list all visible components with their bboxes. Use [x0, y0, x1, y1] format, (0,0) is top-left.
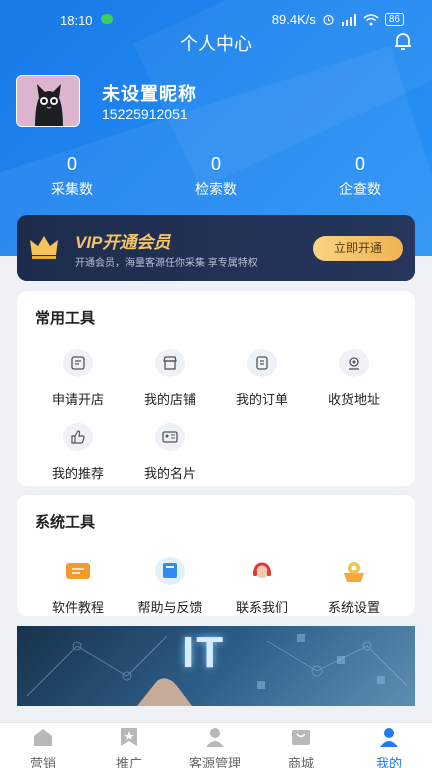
tutorial-icon	[63, 557, 93, 585]
store-icon	[155, 349, 185, 377]
status-right: 89.4K/s 86	[272, 12, 404, 27]
phone-number: 15225912051	[102, 106, 188, 122]
tab-promotion[interactable]: 推广	[86, 727, 172, 768]
settings-icon	[339, 557, 369, 585]
tool-label: 系统设置	[327, 600, 380, 615]
stat-search[interactable]: 0 检索数	[166, 154, 266, 199]
tool-label: 联系我们	[235, 600, 288, 615]
star-flag-icon	[121, 728, 137, 746]
bottom-tab-bar: 营销 推广 客源管理 商城 我的	[0, 722, 432, 768]
vip-description: 开通会员，海量客源任你采集 享专属特权	[75, 258, 258, 269]
tool-my-recommend[interactable]: 我的推荐	[33, 423, 123, 482]
status-time: 18:10	[60, 13, 93, 28]
wechat-notification-icon	[101, 14, 113, 24]
common-tools-title: 常用工具	[35, 310, 96, 327]
tool-settings[interactable]: 系统设置	[309, 557, 399, 616]
banner-text: IT	[182, 628, 226, 677]
tool-label: 我的订单	[235, 392, 288, 407]
user-icon	[380, 728, 398, 747]
stat-value: 0	[66, 154, 77, 174]
nickname[interactable]: 未设置昵称	[102, 80, 197, 106]
avatar[interactable]	[16, 75, 80, 127]
headset-icon	[247, 557, 277, 585]
page-title: 个人中心	[180, 34, 252, 54]
common-tools-card: 常用工具 申请开店 我的店铺 我的订单 收货地址 我的推荐 我的名片	[17, 291, 415, 486]
stat-label: 检索数	[195, 181, 237, 197]
tab-label: 我的	[375, 756, 402, 768]
tool-label: 帮助与反馈	[137, 600, 203, 615]
battery-indicator: 86	[384, 13, 404, 26]
tab-marketing[interactable]: 营销	[0, 727, 86, 768]
vip-open-button[interactable]: 立即开通	[313, 236, 403, 261]
stat-collect[interactable]: 0 采集数	[22, 154, 122, 199]
stat-label: 企查数	[339, 181, 381, 197]
wifi-icon	[363, 13, 379, 25]
signal-icon	[341, 13, 356, 26]
crown-icon	[30, 236, 58, 259]
system-tools-title: 系统工具	[35, 514, 96, 531]
location-icon	[339, 349, 369, 377]
tool-contact-us[interactable]: 联系我们	[217, 557, 307, 616]
order-icon	[247, 349, 277, 377]
promo-banner[interactable]: IT	[17, 626, 415, 706]
tool-label: 我的店铺	[143, 392, 196, 407]
help-book-icon	[155, 557, 185, 585]
cat-avatar-icon	[17, 76, 79, 126]
tool-label: 申请开店	[51, 392, 104, 407]
tab-mine[interactable]: 我的	[346, 727, 432, 768]
stat-value: 0	[354, 154, 365, 174]
vip-title: VIP开通会员	[75, 233, 171, 252]
home-icon	[34, 729, 52, 746]
shop-apply-icon	[63, 349, 93, 377]
thumbs-up-icon	[63, 423, 93, 451]
tab-customer-management[interactable]: 客源管理	[172, 727, 258, 768]
mall-icon	[292, 730, 310, 745]
tab-label: 客源管理	[188, 756, 241, 768]
tool-tutorial[interactable]: 软件教程	[33, 557, 123, 616]
business-card-icon	[155, 423, 185, 451]
vip-card[interactable]: VIP开通会员 开通会员，海量客源任你采集 享专属特权 立即开通	[17, 215, 415, 281]
tool-label: 收货地址	[327, 392, 380, 407]
tool-label: 我的名片	[143, 466, 196, 481]
tab-label: 营销	[29, 756, 56, 768]
stat-label: 采集数	[51, 181, 93, 197]
tool-business-card[interactable]: 我的名片	[125, 423, 215, 482]
network-speed: 89.4K/s	[271, 12, 316, 27]
tab-label: 推广	[115, 756, 142, 768]
tool-label: 软件教程	[51, 600, 104, 615]
tool-apply-shop[interactable]: 申请开店	[33, 349, 123, 408]
tool-my-orders[interactable]: 我的订单	[217, 349, 307, 408]
tool-label: 我的推荐	[51, 466, 104, 481]
tool-help-feedback[interactable]: 帮助与反馈	[125, 557, 215, 616]
stat-enterprise[interactable]: 0 企查数	[310, 154, 410, 199]
bell-icon[interactable]	[392, 30, 414, 52]
system-tools-card: 系统工具 软件教程 帮助与反馈 联系我们 系统设置	[17, 495, 415, 616]
alarm-icon	[323, 14, 334, 26]
tab-mall[interactable]: 商城	[258, 727, 344, 768]
tool-my-store[interactable]: 我的店铺	[125, 349, 215, 408]
stat-value: 0	[210, 154, 221, 174]
tab-label: 商城	[287, 756, 314, 768]
tool-address[interactable]: 收货地址	[309, 349, 399, 408]
users-icon	[206, 728, 224, 747]
